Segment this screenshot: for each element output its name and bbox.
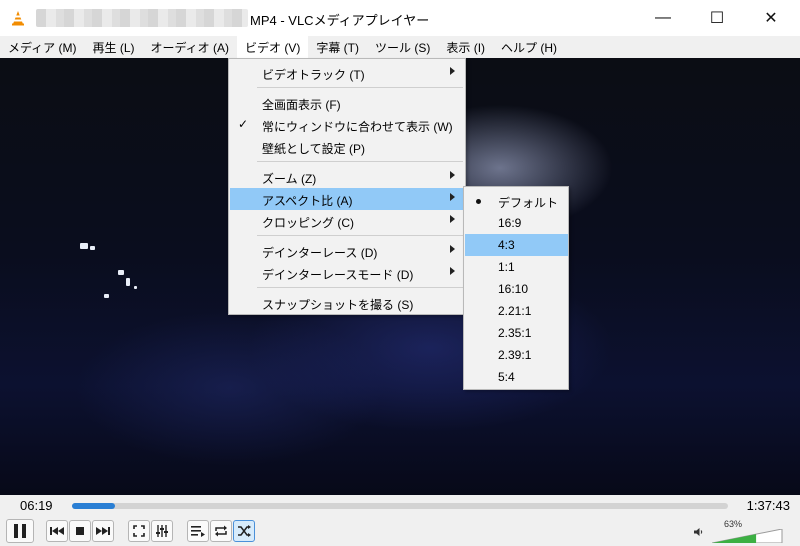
seek-bar-row: 06:19 1:37:43 [0, 495, 800, 517]
submenu-arrow-icon [450, 171, 455, 179]
menu-playback[interactable]: 再生 (L) [84, 36, 142, 58]
menu-deinterlace[interactable]: デインターレース (D) [230, 240, 465, 262]
close-button[interactable]: ✕ [748, 0, 794, 36]
fullscreen-icon [133, 525, 145, 537]
previous-button[interactable] [46, 520, 68, 542]
menu-fit-window[interactable]: ✓ 常にウィンドウに合わせて表示 (W) [230, 114, 465, 136]
shuffle-icon [238, 525, 251, 537]
speaker-icon[interactable] [694, 527, 704, 537]
seek-progress [72, 503, 115, 509]
pause-icon [14, 524, 26, 538]
menu-separator [257, 235, 463, 236]
menu-subtitle[interactable]: 字幕 (T) [308, 36, 367, 58]
menu-aspect-ratio[interactable]: アスペクト比 (A) [230, 188, 465, 210]
menu-view[interactable]: 表示 (I) [438, 36, 493, 58]
menu-bar: メディア (M) 再生 (L) オーディオ (A) ビデオ (V) 字幕 (T)… [0, 36, 800, 58]
playlist-button[interactable] [187, 520, 209, 542]
extended-settings-icon [156, 525, 168, 537]
submenu-arrow-icon [450, 215, 455, 223]
video-highlight [118, 270, 124, 275]
blurred-filename [36, 9, 248, 27]
aspect-option[interactable]: 2.35:1 [465, 322, 568, 344]
menu-zoom[interactable]: ズーム (Z) [230, 166, 465, 188]
menu-video-track[interactable]: ビデオトラック (T) [230, 62, 465, 84]
next-button[interactable] [92, 520, 114, 542]
menu-separator [257, 161, 463, 162]
stop-icon [76, 527, 84, 535]
menu-fullscreen[interactable]: 全画面表示 (F) [230, 92, 465, 114]
aspect-option[interactable]: 2.39:1 [465, 344, 568, 366]
pause-button[interactable] [6, 519, 34, 543]
aspect-option[interactable]: 16:9 [465, 212, 568, 234]
aspect-option[interactable]: 4:3 [465, 234, 568, 256]
maximize-button[interactable]: ☐ [694, 0, 740, 36]
menu-audio[interactable]: オーディオ (A) [143, 36, 238, 58]
submenu-arrow-icon [450, 67, 455, 75]
menu-crop[interactable]: クロッピング (C) [230, 210, 465, 232]
aspect-option[interactable]: 16:10 [465, 278, 568, 300]
shuffle-button[interactable] [233, 520, 255, 542]
menu-media[interactable]: メディア (M) [0, 36, 84, 58]
previous-icon [50, 527, 64, 535]
window-title: MP4 - VLCメディアプレイヤー [250, 13, 430, 28]
menu-snapshot[interactable]: スナップショットを撮る (S) [230, 292, 465, 314]
seek-slider[interactable] [72, 503, 728, 509]
aspect-option[interactable]: 1:1 [465, 256, 568, 278]
total-time: 1:37:43 [746, 498, 790, 513]
submenu-arrow-icon [450, 245, 455, 253]
loop-button[interactable] [210, 520, 232, 542]
video-highlight [126, 278, 130, 286]
stop-button[interactable] [69, 520, 91, 542]
menu-wallpaper[interactable]: 壁紙として設定 (P) [230, 136, 465, 158]
checkmark-icon: ✓ [238, 117, 249, 131]
extended-settings-button[interactable] [151, 520, 173, 542]
video-highlight [104, 294, 109, 298]
next-icon [96, 527, 110, 535]
fullscreen-button[interactable] [128, 520, 150, 542]
video-highlight [80, 243, 88, 249]
volume-percent: 63% [724, 519, 743, 529]
title-bar: MP4 - VLCメディアプレイヤー — ☐ ✕ [0, 0, 800, 36]
menu-separator [257, 287, 463, 288]
submenu-arrow-icon [450, 193, 455, 201]
video-menu: ビデオトラック (T) 全画面表示 (F) ✓ 常にウィンドウに合わせて表示 (… [228, 58, 466, 315]
video-highlight [134, 286, 137, 289]
menu-separator [257, 87, 463, 88]
submenu-arrow-icon [450, 267, 455, 275]
elapsed-time: 06:19 [20, 498, 53, 513]
video-highlight [90, 246, 95, 250]
vlc-cone-icon [12, 11, 24, 26]
aspect-option[interactable]: デフォルト [465, 190, 568, 212]
volume-slider[interactable] [712, 529, 784, 543]
menu-help[interactable]: ヘルプ (H) [493, 36, 565, 58]
aspect-ratio-submenu: デフォルト 16:9 4:3 1:1 16:10 2.21:1 2.35:1 2… [463, 186, 569, 390]
aspect-option[interactable]: 2.21:1 [465, 300, 568, 322]
menu-tools[interactable]: ツール (S) [367, 36, 438, 58]
menu-video[interactable]: ビデオ (V) [237, 36, 309, 58]
minimize-button[interactable]: — [640, 0, 686, 36]
menu-deinterlace-mode[interactable]: デインターレースモード (D) [230, 262, 465, 284]
selected-dot-icon [476, 199, 481, 204]
aspect-option[interactable]: 5:4 [465, 366, 568, 388]
control-bar: 63% [0, 517, 800, 546]
playlist-icon [191, 526, 205, 537]
loop-icon [215, 525, 227, 537]
